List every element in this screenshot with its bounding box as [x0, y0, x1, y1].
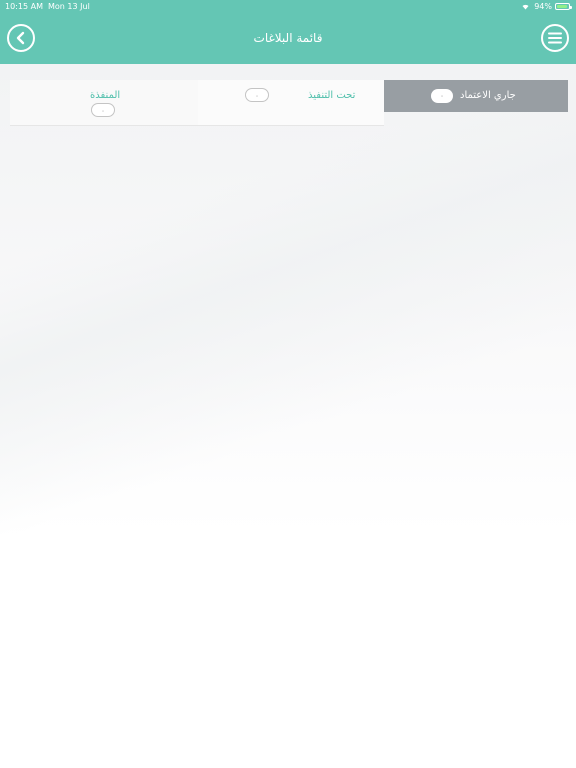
battery-icon — [555, 3, 572, 10]
status-tabs: المنفذة ٠ تحت التنفيذ ٠ جاري الاعتماد ٠ — [10, 80, 568, 126]
tab-label: جاري الاعتماد — [460, 90, 516, 101]
app-header: قائمة البلاغات — [0, 14, 576, 64]
menu-button[interactable] — [541, 24, 569, 52]
status-bar: 10:15 AM Mon 13 Jul 94% — [0, 0, 576, 14]
status-time: 10:15 AM — [5, 2, 43, 11]
tab-label: تحت التنفيذ — [308, 90, 356, 101]
tab-count-badge: ٠ — [91, 103, 115, 117]
tab-pending-approval[interactable]: جاري الاعتماد ٠ — [384, 80, 568, 112]
status-indicators: 94% — [522, 2, 572, 11]
background — [0, 64, 576, 534]
tab-count-badge: ٠ — [431, 89, 453, 103]
wifi-icon — [522, 4, 529, 10]
tab-completed[interactable]: المنفذة ٠ — [10, 80, 198, 126]
tab-in-progress[interactable]: تحت التنفيذ ٠ — [198, 80, 384, 126]
battery-percentage: 94% — [534, 2, 552, 11]
hamburger-menu-icon — [548, 32, 562, 44]
page-title: قائمة البلاغات — [253, 31, 323, 45]
tab-count-badge: ٠ — [245, 88, 269, 102]
status-date: Mon 13 Jul — [48, 2, 90, 11]
tab-label: المنفذة — [90, 90, 121, 101]
